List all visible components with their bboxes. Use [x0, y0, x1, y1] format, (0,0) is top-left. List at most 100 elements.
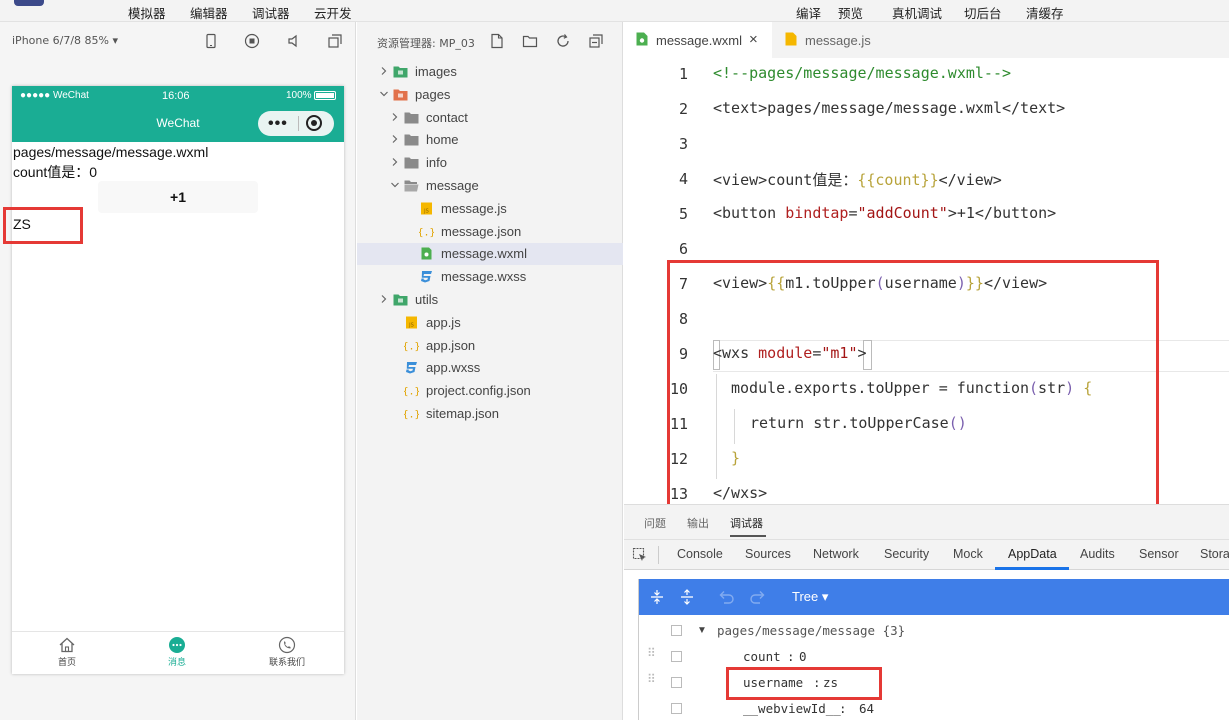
- tab-contact[interactable]: 联系我们: [232, 632, 342, 675]
- tab-debugger[interactable]: 调试器: [730, 515, 763, 531]
- chevron-right-icon[interactable]: [390, 134, 400, 144]
- battery-icon: [314, 91, 336, 100]
- device-selector[interactable]: iPhone 6/7/8 85% ▾: [12, 34, 118, 47]
- expand-all-icon[interactable]: [649, 589, 665, 605]
- tree-item-project-config-json[interactable]: {.} project.config.json: [357, 380, 623, 402]
- tree-item-label: project.config.json: [426, 383, 531, 399]
- code-line[interactable]: 1 <!--pages/message/message.wxml-->: [624, 58, 1229, 93]
- tree-item-message[interactable]: message: [357, 175, 623, 197]
- collapse-all-icon[interactable]: [588, 33, 604, 49]
- row-checkbox[interactable]: [671, 677, 682, 688]
- code-line[interactable]: 3: [624, 128, 1229, 163]
- chevron-down-icon[interactable]: [379, 89, 389, 99]
- tree-item-images[interactable]: images: [357, 61, 623, 83]
- highlight-box-username: [726, 667, 882, 700]
- line-number: 5: [678, 205, 688, 223]
- svg-text:{.}: {.}: [404, 341, 419, 352]
- code-line[interactable]: 4 <view>count值是：{{count}}</view>: [624, 163, 1229, 198]
- drag-handle-icon[interactable]: ⠿: [647, 647, 657, 665]
- chevron-down-icon[interactable]: [390, 180, 400, 190]
- tree-item-contact[interactable]: contact: [357, 107, 623, 129]
- devtools-tab-mock[interactable]: Mock: [953, 547, 983, 561]
- tab-problems[interactable]: 问题: [644, 515, 666, 531]
- tab-message[interactable]: 消息: [122, 632, 232, 675]
- tree-item-app-json[interactable]: {.} app.json: [357, 335, 623, 357]
- js-file-icon: [785, 32, 797, 46]
- more-icon[interactable]: •••: [268, 115, 288, 133]
- menu-cloud[interactable]: 云开发: [314, 3, 352, 22]
- tree-item-message-wxml[interactable]: message.wxml: [357, 243, 623, 266]
- devtools-tab-sources[interactable]: Sources: [745, 547, 791, 561]
- expand-triangle-icon[interactable]: ▼: [697, 625, 707, 636]
- devtools-tab-console[interactable]: Console: [677, 547, 723, 561]
- devtools-tab-network[interactable]: Network: [813, 547, 859, 561]
- drag-handle-icon[interactable]: ⠿: [647, 673, 657, 691]
- menu-background[interactable]: 切后台: [964, 3, 1002, 22]
- tree-item-info[interactable]: info: [357, 152, 623, 174]
- close-tab-icon[interactable]: ×: [749, 31, 758, 48]
- menu-real-device-debug[interactable]: 真机调试: [892, 3, 942, 22]
- tab-home-label: 首页: [57, 658, 76, 668]
- chevron-right-icon[interactable]: [390, 112, 400, 122]
- tree-item-message-js[interactable]: JS message.js: [357, 198, 623, 220]
- tree-item-app-wxss[interactable]: app.wxss: [357, 357, 623, 379]
- chevron-right-icon[interactable]: [379, 294, 389, 304]
- detach-window-icon[interactable]: [327, 33, 343, 49]
- chevron-right-icon[interactable]: [379, 66, 389, 76]
- devtools-tab-audits[interactable]: Audits: [1080, 547, 1115, 561]
- record-icon[interactable]: [244, 33, 260, 49]
- refresh-icon[interactable]: [555, 33, 571, 49]
- tree-item-sitemap-json[interactable]: {.} sitemap.json: [357, 403, 623, 425]
- count-value[interactable]: 0: [799, 649, 807, 664]
- menu-simulator[interactable]: 模拟器: [128, 3, 166, 22]
- key-separator: :: [839, 701, 847, 716]
- line-number: 2: [678, 100, 688, 118]
- devtools-tab-storage[interactable]: Stora: [1200, 547, 1229, 561]
- appdata-row-root[interactable]: ▼ pages/message/message {3}: [639, 618, 1229, 644]
- inspect-element-icon[interactable]: [632, 547, 648, 563]
- tree-item-home[interactable]: home: [357, 129, 623, 151]
- phone-icon[interactable]: [203, 33, 219, 49]
- status-time: 16:06: [162, 90, 190, 102]
- chevron-right-icon[interactable]: [390, 157, 400, 167]
- devtools-tab-sensor[interactable]: Sensor: [1139, 547, 1179, 561]
- menu-compile[interactable]: 编译: [796, 3, 821, 22]
- file-explorer: 资源管理器: MP_03 images pages contact home info m…: [357, 22, 623, 720]
- redo-icon[interactable]: [749, 589, 767, 605]
- tab-output[interactable]: 输出: [687, 515, 709, 531]
- menu-clear-cache[interactable]: 清缓存: [1026, 3, 1064, 22]
- volume-icon[interactable]: [286, 33, 302, 49]
- add-count-button[interactable]: +1: [98, 181, 258, 213]
- row-checkbox[interactable]: [671, 703, 682, 714]
- close-miniprogram-icon[interactable]: [306, 115, 322, 131]
- webviewid-value[interactable]: 64: [859, 701, 874, 716]
- devtools-tab-appdata[interactable]: AppData: [1008, 547, 1057, 561]
- collapse-all-icon[interactable]: [679, 589, 695, 605]
- tree-mode-selector[interactable]: Tree ▾: [792, 589, 828, 605]
- tree-item-message-wxss[interactable]: message.wxss: [357, 266, 623, 288]
- tree-item-app-js[interactable]: JS app.js: [357, 312, 623, 334]
- menu-editor[interactable]: 编辑器: [190, 3, 228, 22]
- row-checkbox[interactable]: [671, 625, 682, 636]
- tab-bar: 首页 消息 联系我们: [12, 631, 344, 674]
- menu-preview[interactable]: 预览: [838, 3, 863, 22]
- capsule-menu[interactable]: •••: [258, 111, 334, 136]
- tab-message-wxml[interactable]: message.wxml ×: [624, 22, 772, 58]
- new-folder-icon[interactable]: [522, 33, 538, 49]
- devtools-tab-security[interactable]: Security: [884, 547, 929, 561]
- code-line[interactable]: 2 <text>pages/message/message.wxml</text…: [624, 93, 1229, 128]
- tree-item-pages[interactable]: pages: [357, 84, 623, 106]
- new-file-icon[interactable]: [489, 33, 505, 49]
- tree-item-utils[interactable]: utils: [357, 289, 623, 311]
- devtools-tab-strip: Console Sources Network Security Mock Ap…: [624, 539, 1229, 570]
- tree-item-message-json[interactable]: {.} message.json: [357, 221, 623, 243]
- line-number: 4: [678, 170, 688, 188]
- code-line[interactable]: 5 <button bindtap="addCount">+1</button>: [624, 198, 1229, 233]
- undo-icon[interactable]: [717, 589, 735, 605]
- tab-message-js-label: message.js: [805, 33, 871, 48]
- row-checkbox[interactable]: [671, 651, 682, 662]
- tab-home[interactable]: 首页: [12, 632, 122, 675]
- code-editor: message.wxml × message.js 1 <!--pages/me…: [624, 22, 1229, 509]
- tab-message-js[interactable]: message.js: [773, 22, 897, 58]
- menu-debugger[interactable]: 调试器: [252, 3, 290, 22]
